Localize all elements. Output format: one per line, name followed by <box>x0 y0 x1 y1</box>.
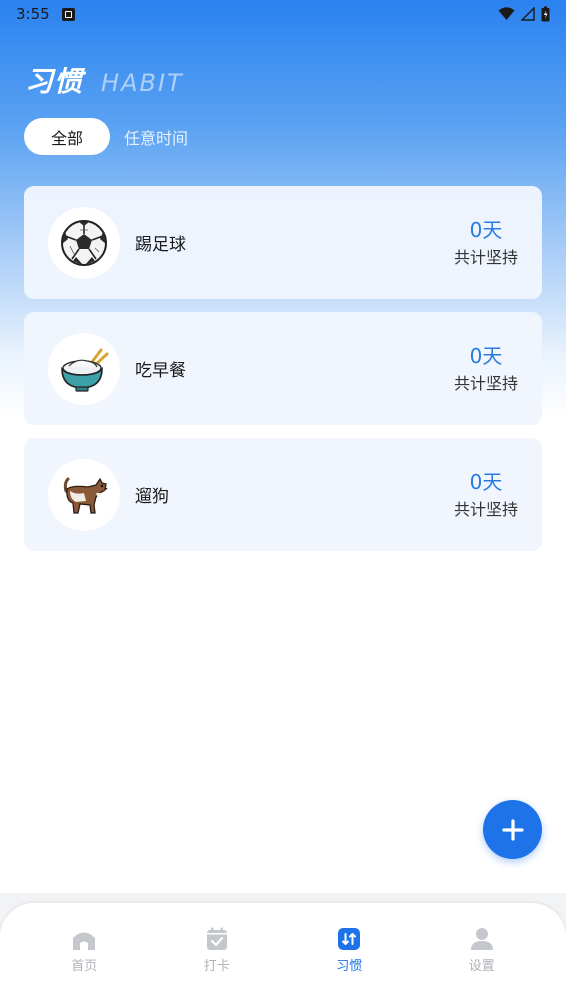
habit-days-label: 共计坚持 <box>453 500 518 519</box>
home-icon <box>73 932 96 950</box>
status-bar: 3:55 <box>0 0 566 28</box>
habit-card[interactable]: 踢足球 0天 共计坚持 <box>24 186 542 299</box>
bottom-tab-bar: 首页 打卡 习惯 设置 <box>0 903 566 1008</box>
user-icon <box>470 928 493 950</box>
status-time: 3:55 <box>16 5 50 23</box>
filter-anytime-button[interactable]: 任意时间 <box>124 125 188 149</box>
tab-label: 首页 <box>71 959 98 974</box>
notification-app-icon <box>61 7 75 21</box>
soccer-ball-icon <box>48 206 120 279</box>
add-habit-button[interactable] <box>483 800 542 859</box>
tab-home[interactable]: 首页 <box>44 927 124 1008</box>
habit-name: 吃早餐 <box>135 361 186 381</box>
habit-card[interactable]: 吃早餐 0天 共计坚持 <box>24 312 542 425</box>
habit-days-label: 共计坚持 <box>453 248 518 267</box>
wifi-icon <box>498 7 515 20</box>
habit-stats: 0天 共计坚持 <box>454 344 518 394</box>
habit-name: 踢足球 <box>135 235 186 255</box>
page-header: 习惯 HABIT <box>25 60 184 100</box>
rice-bowl-icon <box>48 332 120 405</box>
page-title: 习惯 <box>25 65 84 98</box>
tab-label: 打卡 <box>203 959 230 974</box>
habit-name: 遛狗 <box>135 487 169 507</box>
filter-bar: 全部 任意时间 <box>24 118 188 155</box>
habit-list: 踢足球 0天 共计坚持 吃早餐 0天 共计坚持 遛狗 0天 共计坚持 <box>24 186 542 564</box>
signal-icon <box>521 7 535 21</box>
tab-settings[interactable]: 设置 <box>442 927 522 1008</box>
habit-days: 0天 <box>469 218 503 242</box>
tab-checkin[interactable]: 打卡 <box>177 927 257 1008</box>
tab-label: 设置 <box>468 959 495 974</box>
habit-stats: 0天 共计坚持 <box>454 470 518 520</box>
habit-days: 0天 <box>469 470 503 494</box>
page-subtitle: HABIT <box>101 69 184 97</box>
plus-icon <box>501 818 524 841</box>
filter-all-button[interactable]: 全部 <box>24 118 111 155</box>
calendar-check-icon <box>206 927 227 950</box>
habit-icon <box>338 928 361 950</box>
habit-card[interactable]: 遛狗 0天 共计坚持 <box>24 438 542 551</box>
battery-icon <box>541 6 550 22</box>
dog-icon <box>48 458 120 531</box>
tab-habit[interactable]: 习惯 <box>309 927 389 1008</box>
habit-stats: 0天 共计坚持 <box>454 218 518 268</box>
habit-days-label: 共计坚持 <box>453 374 518 393</box>
habit-days: 0天 <box>469 344 503 368</box>
tab-label: 习惯 <box>336 959 363 974</box>
